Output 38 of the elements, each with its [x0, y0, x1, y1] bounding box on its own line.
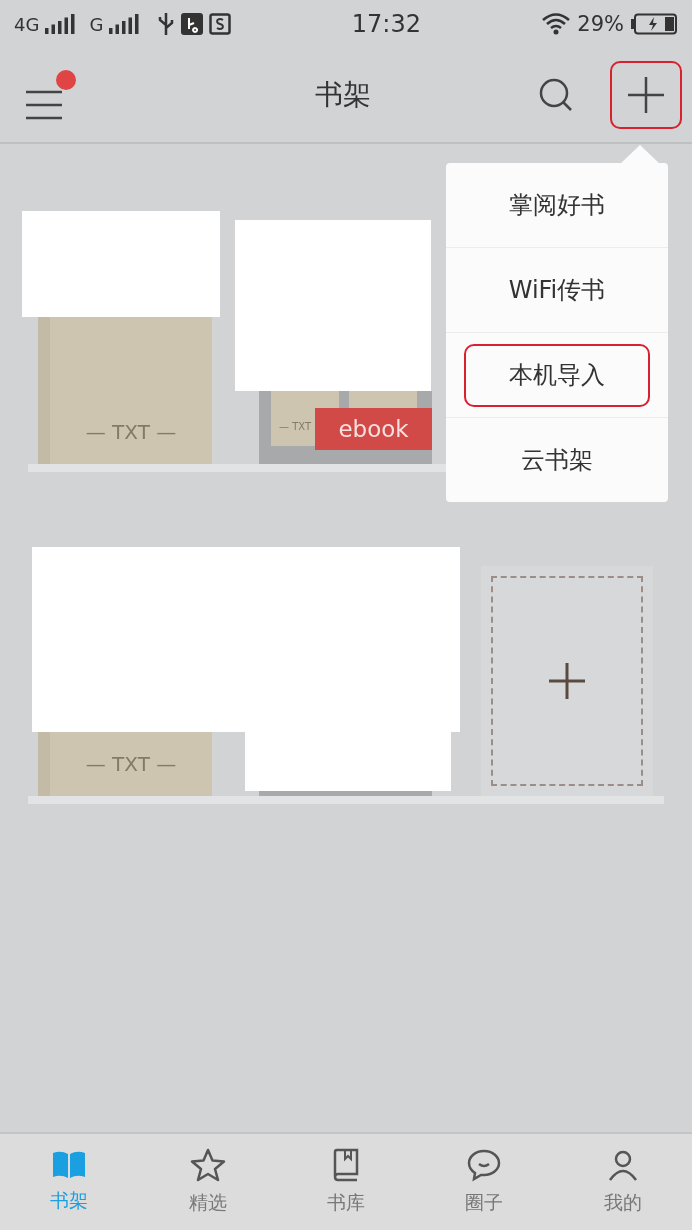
page-title: 书架 [314, 77, 372, 113]
plus-icon [547, 661, 587, 701]
nav-tab[interactable]: 我的 [553, 1134, 692, 1230]
menu-button[interactable] [24, 70, 76, 120]
nav-tab[interactable]: 书架 [0, 1134, 139, 1230]
format-tag: ebook [315, 408, 432, 450]
chat-bubble-icon [466, 1148, 503, 1182]
book-folder[interactable]: — TXT ebook [259, 391, 432, 464]
book-icon [331, 1148, 361, 1182]
book-cover[interactable]: — TXT — [38, 732, 212, 796]
app-notification-icon [181, 13, 204, 35]
menu-icon [24, 90, 64, 120]
menu-item[interactable]: 云书架 [464, 428, 650, 492]
nav-tab[interactable]: 精选 [138, 1134, 277, 1230]
menu-item[interactable]: 掌阅好书 [464, 173, 650, 237]
usb-icon [157, 11, 176, 37]
signal-icon [109, 14, 142, 34]
star-icon [189, 1148, 226, 1182]
sim-card-icon [209, 13, 232, 35]
plus-icon [627, 76, 665, 114]
book-cover[interactable]: — TXT — [38, 317, 212, 464]
nav-tab[interactable]: 书库 [276, 1134, 416, 1230]
network-type: 4G [14, 13, 40, 35]
add-button[interactable] [610, 61, 682, 129]
book-format-label: — TXT — [85, 752, 177, 776]
wifi-icon [541, 12, 572, 36]
network-type: G [89, 13, 104, 35]
open-book-icon [51, 1150, 88, 1180]
menu-item[interactable]: WiFi传书 [464, 258, 650, 322]
signal-icon [45, 14, 78, 34]
battery-percentage: 29% [577, 12, 624, 36]
book-format-label: — TXT [279, 421, 312, 432]
search-icon [538, 77, 574, 113]
menu-item[interactable]: 本机导入 [464, 343, 650, 407]
book-format-label: — TXT — [85, 420, 177, 444]
nav-tab[interactable]: 圈子 [415, 1134, 554, 1230]
battery-charging-icon [630, 13, 678, 35]
clock-time: 17:32 [351, 10, 421, 38]
